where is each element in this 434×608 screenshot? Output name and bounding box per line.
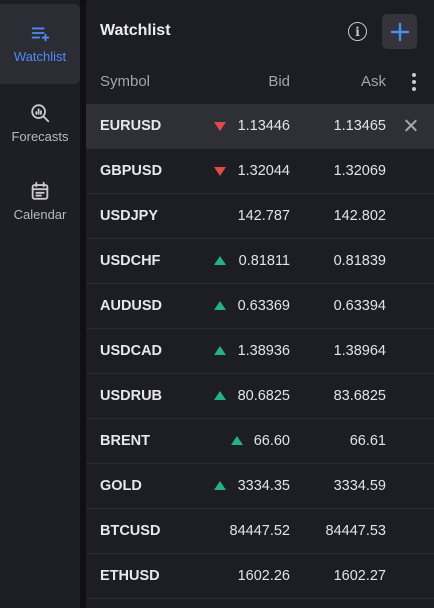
symbol-cell: USDJPY <box>100 208 159 224</box>
table-row[interactable]: AUDUSD 0.63369 0.63394 <box>86 284 434 329</box>
column-header-bid[interactable]: Bid <box>268 73 290 90</box>
forecasts-icon <box>31 104 50 123</box>
ask-cell: 0.63394 <box>333 298 386 314</box>
sidebar-item-label: Forecasts <box>11 129 69 144</box>
sidebar: Watchlist Forecasts Calendar <box>0 0 80 608</box>
ask-cell: 1.32069 <box>333 163 386 179</box>
symbol-cell: AUDUSD <box>100 298 163 314</box>
table-row[interactable]: ETHUSD 1602.26 1602.27 <box>86 554 434 599</box>
bid-cell: 142.787 <box>237 208 290 224</box>
symbol-cell: BRENT <box>100 433 150 449</box>
watchlist-icon <box>31 27 50 42</box>
sidebar-item-label: Watchlist <box>13 49 67 64</box>
add-symbol-button[interactable] <box>382 14 417 49</box>
table-row[interactable]: USDCAD 1.38936 1.38964 <box>86 329 434 374</box>
close-icon[interactable] <box>404 119 417 132</box>
symbol-cell: EURUSD <box>100 118 162 134</box>
sidebar-item-watchlist[interactable]: Watchlist <box>0 4 80 84</box>
ask-cell: 1.13465 <box>333 118 386 134</box>
bid-cell: 1602.26 <box>237 568 290 584</box>
symbol-cell: GOLD <box>100 478 142 494</box>
bid-cell: 0.81811 <box>238 253 290 269</box>
watchlist-rows: EURUSD 1.13446 1.13465 GBPUSD 1.32044 1.… <box>86 104 434 599</box>
ask-cell: 83.6825 <box>333 388 386 404</box>
bid-cell: 84447.52 <box>229 523 290 539</box>
symbol-cell: BTCUSD <box>100 523 161 539</box>
column-header-ask[interactable]: Ask <box>361 73 386 90</box>
panel-header: Watchlist i <box>86 0 434 60</box>
ask-cell: 1602.27 <box>333 568 386 584</box>
symbol-cell: ETHUSD <box>100 568 160 584</box>
ask-cell: 66.61 <box>349 433 386 449</box>
table-row[interactable]: GOLD 3334.35 3334.59 <box>86 464 434 509</box>
bid-cell: 66.60 <box>253 433 290 449</box>
price-up-icon <box>214 481 226 490</box>
watchlist-panel: Watchlist i Symbol Bid Ask EURUSD 1.1344… <box>86 0 434 608</box>
more-vertical-icon[interactable] <box>411 73 417 91</box>
ask-cell: 142.802 <box>333 208 386 224</box>
price-up-icon <box>214 391 226 400</box>
sidebar-item-forecasts[interactable]: Forecasts <box>0 92 80 162</box>
sidebar-item-calendar[interactable]: Calendar <box>0 170 80 240</box>
page-title: Watchlist <box>100 22 171 39</box>
bid-cell: 1.38936 <box>237 343 290 359</box>
price-down-icon <box>214 122 226 131</box>
bid-cell: 1.32044 <box>237 163 290 179</box>
table-row[interactable]: USDRUB 80.6825 83.6825 <box>86 374 434 419</box>
symbol-cell: USDCHF <box>100 253 161 269</box>
table-row[interactable]: USDCHF 0.81811 0.81839 <box>86 239 434 284</box>
plus-icon <box>390 22 409 41</box>
ask-cell: 84447.53 <box>325 523 386 539</box>
price-up-icon <box>231 436 243 445</box>
sidebar-item-label: Calendar <box>13 207 67 222</box>
price-up-icon <box>214 256 226 265</box>
column-header-symbol[interactable]: Symbol <box>100 73 150 90</box>
bid-cell: 1.13446 <box>237 118 290 134</box>
calendar-icon <box>31 181 49 200</box>
table-row[interactable]: BTCUSD 84447.52 84447.53 <box>86 509 434 554</box>
bid-cell: 3334.35 <box>237 478 290 494</box>
table-row[interactable]: GBPUSD 1.32044 1.32069 <box>86 149 434 194</box>
symbol-cell: GBPUSD <box>100 163 163 179</box>
info-icon[interactable]: i <box>348 22 367 41</box>
symbol-cell: USDCAD <box>100 343 163 359</box>
table-row[interactable]: USDJPY 142.787 142.802 <box>86 194 434 239</box>
price-up-icon <box>214 301 226 310</box>
bid-cell: 80.6825 <box>237 388 290 404</box>
table-row[interactable]: EURUSD 1.13446 1.13465 <box>86 104 434 149</box>
price-down-icon <box>214 167 226 176</box>
ask-cell: 0.81839 <box>333 253 386 269</box>
symbol-cell: USDRUB <box>100 388 163 404</box>
price-up-icon <box>214 346 226 355</box>
bid-cell: 0.63369 <box>237 298 290 314</box>
ask-cell: 1.38964 <box>333 343 386 359</box>
ask-cell: 3334.59 <box>333 478 386 494</box>
table-row[interactable]: BRENT 66.60 66.61 <box>86 419 434 464</box>
column-header: Symbol Bid Ask <box>86 60 434 104</box>
